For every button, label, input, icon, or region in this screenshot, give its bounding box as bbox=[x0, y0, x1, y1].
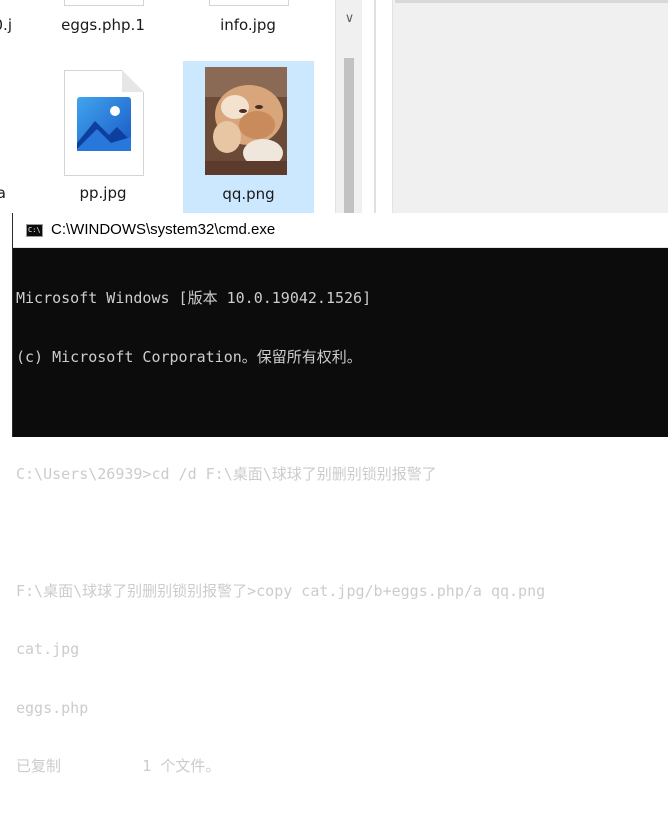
console-line: (c) Microsoft Corporation。保留所有权利。 bbox=[16, 347, 362, 366]
file-tile-partial-a[interactable]: a bbox=[0, 60, 6, 210]
scrollbar-thumb[interactable] bbox=[344, 58, 354, 213]
scroll-down-arrow-icon[interactable]: ∨ bbox=[336, 0, 363, 36]
console-line: eggs.php bbox=[16, 698, 89, 717]
cmd-window[interactable]: C:\ C:\WINDOWS\system32\cmd.exe Microsof… bbox=[12, 213, 668, 775]
console-output[interactable]: Microsoft Windows [版本 10.0.19042.1526] (… bbox=[16, 250, 666, 816]
cmd-titlebar[interactable]: C:\ C:\WINDOWS\system32\cmd.exe bbox=[13, 213, 668, 248]
console-line: Microsoft Windows [版本 10.0.19042.1526] bbox=[16, 289, 372, 307]
page-fold bbox=[122, 70, 144, 92]
cat-thumbnail bbox=[205, 67, 287, 175]
vertical-scrollbar[interactable]: ∨ bbox=[335, 0, 363, 213]
file-label: eggs.php.1 bbox=[61, 16, 145, 34]
console-line: C:\Users\26939>cd /d F:\桌面\球球了别删别锁别报警了 bbox=[16, 464, 437, 483]
preview-pane-edge bbox=[378, 0, 393, 213]
console-line: 已复制 1 个文件。 bbox=[16, 757, 221, 775]
image-file-icon bbox=[64, 70, 144, 176]
image-icon bbox=[77, 97, 131, 151]
file-label: info.jpg bbox=[220, 16, 276, 34]
file-label: a bbox=[0, 184, 6, 202]
file-tile-pp-jpg[interactable]: pp.jpg bbox=[38, 60, 168, 210]
pane-splitter[interactable] bbox=[374, 0, 376, 213]
preview-pane-header-strip bbox=[395, 0, 668, 3]
file-label: 0.j bbox=[0, 16, 12, 34]
file-label: pp.jpg bbox=[79, 184, 127, 202]
file-tile-partial[interactable]: 0.j bbox=[0, 0, 12, 40]
cmd-app-icon: C:\ bbox=[26, 224, 43, 237]
file-tile-qq-png[interactable]: qq.png bbox=[183, 61, 314, 213]
cat-photo bbox=[205, 67, 287, 175]
preview-pane bbox=[378, 0, 668, 213]
file-tile-eggs-php[interactable]: eggs.php.1 bbox=[38, 0, 168, 40]
file-label: qq.png bbox=[222, 185, 275, 203]
pane-gap bbox=[362, 0, 374, 213]
cmd-window-title: C:\WINDOWS\system32\cmd.exe bbox=[51, 221, 276, 238]
cmd-icon-text: C:\ bbox=[28, 226, 41, 234]
file-tile-info-jpg[interactable]: info.jpg bbox=[183, 0, 313, 40]
console-line: F:\桌面\球球了别删别锁别报警了>copy cat.jpg/b+eggs.ph… bbox=[16, 581, 546, 600]
console-line: cat.jpg bbox=[16, 640, 80, 658]
